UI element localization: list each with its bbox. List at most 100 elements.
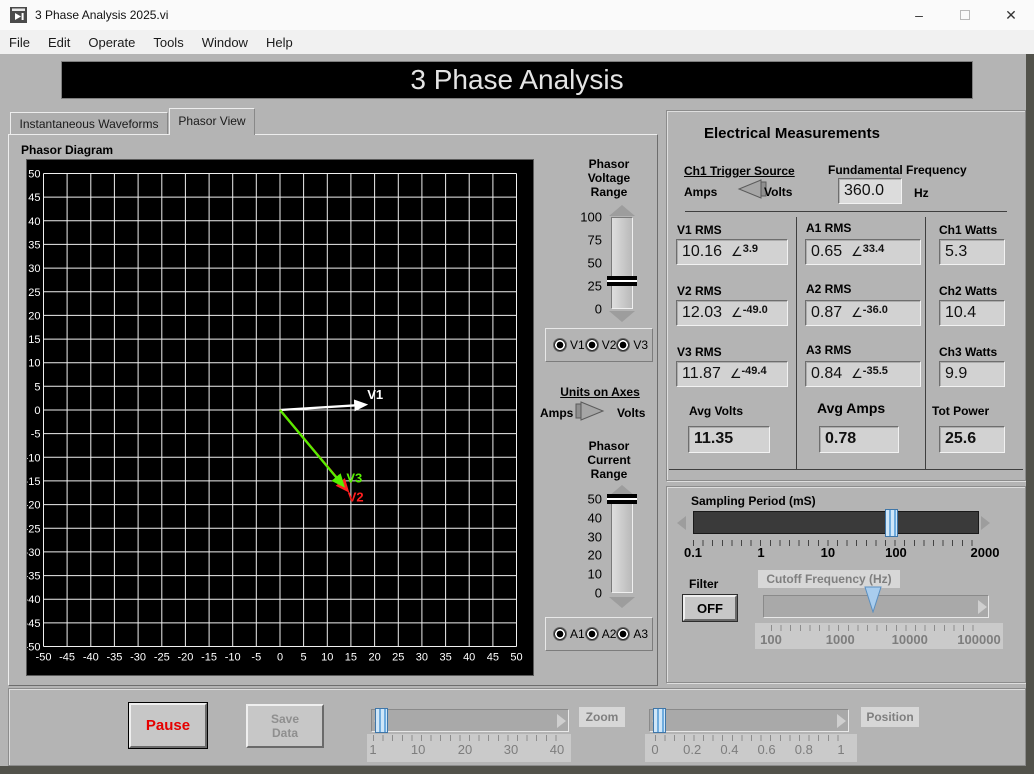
tab-instantaneous-waveforms[interactable]: Instantaneous Waveforms (10, 112, 168, 134)
svg-text:-10: -10 (225, 652, 241, 664)
position-tick-marks (655, 735, 843, 741)
angle-icon: ∠ (731, 244, 743, 259)
voltage-range-handle[interactable] (607, 276, 637, 286)
voltage-range-track[interactable] (611, 217, 633, 309)
divider (685, 211, 1007, 212)
ch2-watts-label: Ch2 Watts (939, 284, 997, 298)
radio-led-v3[interactable] (616, 338, 630, 352)
sampling-increment-arrow[interactable] (981, 516, 990, 530)
svg-text:-10: -10 (27, 452, 41, 464)
menu-operate[interactable]: Operate (79, 35, 144, 50)
a2-rms-indicator: 0.87∠-36.0 (805, 300, 921, 326)
svg-text:20: 20 (368, 652, 380, 664)
avg-volts-indicator: 11.35 (688, 426, 770, 453)
radio-v1[interactable]: V1 (553, 338, 585, 352)
svg-text:10: 10 (28, 358, 40, 370)
svg-text:50: 50 (28, 169, 40, 181)
svg-text:-15: -15 (201, 652, 217, 664)
minimize-button[interactable]: – (896, 0, 942, 30)
labview-vi-icon (10, 7, 27, 23)
position-scale: 00.20.40.60.81 (655, 742, 841, 758)
scale-tick-label: 25 (588, 278, 602, 293)
menu-file[interactable]: File (0, 35, 39, 50)
ch1-watts-label: Ch1 Watts (939, 223, 997, 237)
svg-text:15: 15 (345, 652, 357, 664)
cutoff-increment-arrow[interactable] (978, 600, 987, 614)
radio-led-a2[interactable] (585, 627, 599, 641)
scale-tick-label: 100 (760, 632, 782, 647)
menu-tools[interactable]: Tools (144, 35, 192, 50)
radio-a1[interactable]: A1 (553, 627, 585, 641)
menu-edit[interactable]: Edit (39, 35, 79, 50)
current-channel-selector: A1A2A3 (545, 617, 653, 651)
svg-text:-40: -40 (27, 594, 41, 606)
zoom-slider-track[interactable] (371, 709, 569, 732)
sampling-decrement-arrow[interactable] (677, 516, 686, 530)
units-switch[interactable] (574, 399, 608, 428)
scale-tick-label: 0.8 (795, 742, 813, 757)
ch2-watts-value: 10.4 (945, 304, 976, 321)
radio-a3[interactable]: A3 (616, 627, 648, 641)
current-range-handle[interactable] (607, 494, 637, 504)
v2-angle-value: -49.0 (743, 304, 768, 316)
svg-text:-5: -5 (31, 429, 41, 441)
v1-rms-value: 10.16 (682, 243, 722, 260)
hz-unit-label: Hz (914, 186, 929, 200)
radio-led-a3[interactable] (616, 627, 630, 641)
a2-rms-value: 0.87 (811, 304, 842, 321)
tot-power-indicator: 25.6 (939, 426, 1005, 453)
radio-v3[interactable]: V3 (616, 338, 648, 352)
window-titlebar: 3 Phase Analysis 2025.vi – ✕ (0, 0, 1034, 30)
pause-button[interactable]: Pause (128, 702, 208, 749)
zoom-increment-arrow[interactable] (557, 714, 566, 728)
v3-angle-value: -49.4 (742, 365, 767, 377)
menu-help[interactable]: Help (257, 35, 302, 50)
scale-tick-label: 20 (458, 742, 472, 757)
radio-a2[interactable]: A2 (585, 627, 617, 641)
window-title: 3 Phase Analysis 2025.vi (35, 8, 168, 22)
menu-window[interactable]: Window (193, 35, 257, 50)
scale-tick-label: 0 (595, 586, 602, 601)
radio-led-a1[interactable] (553, 627, 567, 641)
sampling-slider-handle[interactable] (885, 509, 898, 537)
cutoff-slider-handle[interactable] (864, 586, 882, 618)
position-label: Position (861, 707, 919, 727)
current-range-decrement-arrow[interactable] (609, 597, 635, 608)
fundamental-frequency-field[interactable]: 360.0 (838, 178, 902, 204)
save-data-button[interactable]: Save Data (246, 704, 324, 748)
transport-bar: Pause Save Data 110203040 Zoom 00.20.40.… (8, 688, 1026, 766)
panel-edge-right (1026, 54, 1034, 774)
position-slider-handle[interactable] (653, 708, 666, 733)
electrical-measurements-panel: Electrical Measurements Ch1 Trigger Sour… (666, 110, 1026, 481)
voltage-range-decrement-arrow[interactable] (609, 311, 635, 322)
trigger-source-label: Ch1 Trigger Source (684, 164, 795, 178)
ch1-watts-indicator: 5.3 (939, 239, 1005, 265)
svg-text:-50: -50 (36, 652, 52, 664)
radio-led-v2[interactable] (585, 338, 599, 352)
ch3-watts-indicator: 9.9 (939, 361, 1005, 387)
zoom-scale: 110203040 (373, 742, 557, 758)
a1-angle-value: 33.4 (863, 243, 884, 255)
a3-rms-value: 0.84 (811, 365, 842, 382)
close-button[interactable]: ✕ (988, 0, 1034, 30)
filter-toggle-button[interactable]: OFF (682, 594, 738, 622)
current-range-track[interactable] (611, 497, 633, 593)
zoom-slider-handle[interactable] (375, 708, 388, 733)
scale-tick-label: 0 (595, 301, 602, 316)
radio-led-v1[interactable] (553, 338, 567, 352)
sampling-slider-track[interactable] (693, 511, 979, 534)
radio-v2[interactable]: V2 (585, 338, 617, 352)
maximize-button[interactable] (942, 0, 988, 30)
position-slider-track[interactable] (649, 709, 849, 732)
a1-rms-indicator: 0.65∠33.4 (805, 239, 921, 265)
ch2-watts-indicator: 10.4 (939, 300, 1005, 326)
voltage-range-increment-arrow[interactable] (609, 205, 635, 216)
position-increment-arrow[interactable] (837, 714, 846, 728)
trigger-source-switch[interactable] (734, 177, 768, 206)
scale-tick-label: 10 (588, 567, 602, 582)
v3-rms-indicator: 11.87∠-49.4 (676, 361, 788, 387)
divider (925, 217, 926, 469)
a2-rms-label: A2 RMS (806, 282, 851, 296)
banner-title: 3 Phase Analysis (61, 61, 973, 99)
tab-phasor-view[interactable]: Phasor View (169, 108, 255, 135)
